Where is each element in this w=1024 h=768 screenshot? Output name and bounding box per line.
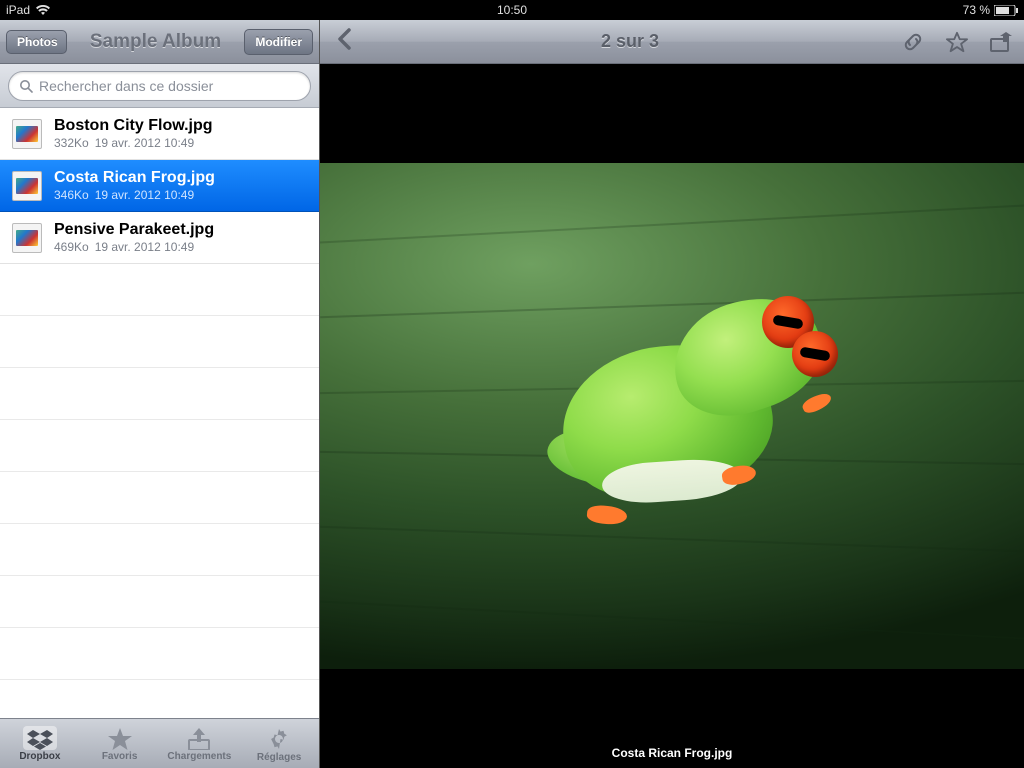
share-icon[interactable] (990, 32, 1014, 52)
sidebar-title: Sample Album (75, 31, 237, 53)
tab-label: Favoris (102, 751, 138, 762)
status-bar: iPad 10:50 73 % (0, 0, 1024, 20)
empty-row (0, 472, 319, 524)
empty-row (0, 368, 319, 420)
empty-row (0, 524, 319, 576)
upload-icon (187, 728, 211, 750)
tabbar: Dropbox Favoris Chargements Réglages (0, 718, 319, 768)
edit-button[interactable]: Modifier (244, 29, 313, 55)
preview-actions (902, 31, 1014, 53)
search-field[interactable] (8, 71, 311, 101)
file-name: Boston City Flow.jpg (54, 117, 307, 135)
tab-uploads[interactable]: Chargements (160, 719, 240, 768)
tab-label: Dropbox (19, 751, 60, 762)
empty-row (0, 576, 319, 628)
star-icon (108, 728, 132, 750)
empty-row (0, 420, 319, 472)
empty-row (0, 628, 319, 680)
battery-percent: 73 % (963, 3, 990, 17)
search-row (0, 64, 319, 108)
file-name: Costa Rican Frog.jpg (54, 169, 307, 187)
device-label: iPad (6, 3, 30, 17)
preview-image (320, 163, 1024, 670)
empty-row (0, 264, 319, 316)
preview-caption: Costa Rican Frog.jpg (320, 746, 1024, 760)
search-icon (19, 79, 33, 93)
file-thumbnail-icon (12, 223, 42, 253)
back-button[interactable]: Photos (6, 30, 67, 54)
file-list[interactable]: Boston City Flow.jpg 332Ko19 avr. 2012 1… (0, 108, 319, 718)
clock: 10:50 (497, 3, 527, 17)
wifi-icon (36, 4, 50, 16)
tab-label: Chargements (167, 751, 231, 762)
tab-settings[interactable]: Réglages (239, 719, 319, 768)
preview-pane: 2 sur 3 (320, 20, 1024, 768)
file-meta: 346Ko19 avr. 2012 10:49 (54, 188, 307, 202)
preview-body[interactable]: Costa Rican Frog.jpg (320, 64, 1024, 768)
sidebar-header: Photos Sample Album Modifier (0, 20, 319, 64)
file-row[interactable]: Costa Rican Frog.jpg 346Ko19 avr. 2012 1… (0, 160, 319, 212)
tab-dropbox[interactable]: Dropbox (0, 719, 80, 768)
preview-back-button[interactable] (330, 22, 358, 61)
file-row[interactable]: Pensive Parakeet.jpg 469Ko19 avr. 2012 1… (0, 212, 319, 264)
battery-icon (994, 5, 1018, 16)
star-icon[interactable] (946, 31, 968, 53)
gear-icon (267, 727, 291, 751)
preview-header: 2 sur 3 (320, 20, 1024, 64)
search-input[interactable] (39, 78, 300, 94)
link-icon[interactable] (902, 31, 924, 53)
preview-title: 2 sur 3 (374, 31, 886, 52)
dropbox-icon (27, 728, 53, 750)
file-thumbnail-icon (12, 171, 42, 201)
file-name: Pensive Parakeet.jpg (54, 221, 307, 239)
tab-label: Réglages (257, 752, 301, 763)
file-row[interactable]: Boston City Flow.jpg 332Ko19 avr. 2012 1… (0, 108, 319, 160)
file-meta: 469Ko19 avr. 2012 10:49 (54, 240, 307, 254)
file-thumbnail-icon (12, 119, 42, 149)
tab-favorites[interactable]: Favoris (80, 719, 160, 768)
empty-row (0, 316, 319, 368)
sidebar: Photos Sample Album Modifier Boston City… (0, 20, 320, 768)
file-meta: 332Ko19 avr. 2012 10:49 (54, 136, 307, 150)
